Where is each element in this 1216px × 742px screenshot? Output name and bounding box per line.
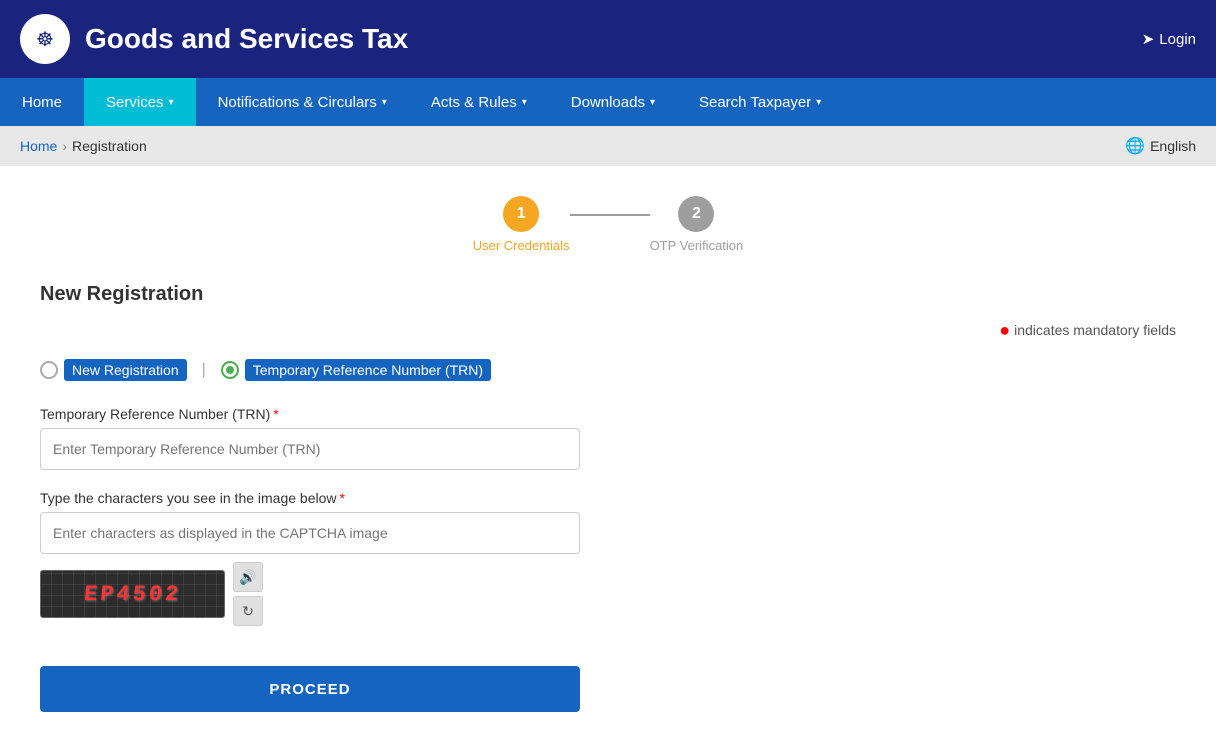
radio-separator: | [202, 361, 206, 379]
captcha-field-group: Type the characters you see in the image… [40, 490, 1176, 626]
captcha-field-label: Type the characters you see in the image… [40, 490, 1176, 506]
breadcrumb-left: Home › Registration [20, 138, 147, 154]
captcha-icons: 🔊 ↻ [233, 562, 263, 626]
captcha-refresh-icon[interactable]: ↻ [233, 596, 263, 626]
proceed-button[interactable]: PROCEED [40, 666, 580, 712]
nav-search-taxpayer[interactable]: Search Taxpayer ▾ [677, 78, 843, 126]
breadcrumb-current: Registration [72, 138, 147, 154]
captcha-container: EP4502 🔊 ↻ [40, 562, 1176, 626]
acts-dropdown-icon: ▾ [522, 97, 527, 108]
trn-required-marker: * [273, 406, 278, 422]
nav-downloads[interactable]: Downloads ▾ [549, 78, 677, 126]
downloads-dropdown-icon: ▾ [650, 97, 655, 108]
captcha-required-marker: * [340, 490, 345, 506]
notifications-dropdown-icon: ▾ [382, 97, 387, 108]
header: ☸ Goods and Services Tax ➤ Login [0, 0, 1216, 78]
navbar: Home Services ▾ Notifications & Circular… [0, 78, 1216, 126]
step-connector [570, 214, 650, 216]
radio-group: New Registration | Temporary Reference N… [40, 359, 1176, 381]
mandatory-dot: ● [999, 321, 1010, 339]
login-button[interactable]: ➤ Login [1142, 30, 1196, 48]
step-2: 2 OTP Verification [650, 196, 744, 253]
step-1-circle: 1 [503, 196, 539, 232]
captcha-image: EP4502 [40, 570, 225, 618]
nav-services[interactable]: Services ▾ [84, 78, 196, 126]
form-title: New Registration [40, 283, 1176, 306]
login-arrow-icon: ➤ [1142, 30, 1155, 48]
mandatory-note: ● indicates mandatory fields [40, 321, 1176, 339]
trn-field-group: Temporary Reference Number (TRN) * [40, 406, 1176, 470]
globe-icon: 🌐 [1125, 136, 1145, 156]
radio-new-reg-btn[interactable] [40, 361, 58, 379]
step-1-label: User Credentials [473, 238, 570, 253]
radio-trn-btn[interactable] [221, 361, 239, 379]
captcha-input[interactable] [40, 512, 580, 554]
nav-acts[interactable]: Acts & Rules ▾ [409, 78, 549, 126]
step-2-label: OTP Verification [650, 238, 744, 253]
captcha-audio-icon[interactable]: 🔊 [233, 562, 263, 592]
site-title: Goods and Services Tax [85, 23, 408, 55]
radio-new-registration[interactable]: New Registration [40, 359, 187, 381]
steps-container: 1 User Credentials 2 OTP Verification [40, 196, 1176, 253]
search-taxpayer-dropdown-icon: ▾ [816, 97, 821, 108]
header-left: ☸ Goods and Services Tax [20, 14, 408, 64]
nav-home[interactable]: Home [0, 78, 84, 126]
captcha-text: EP4502 [83, 582, 182, 607]
step-1: 1 User Credentials [473, 196, 570, 253]
breadcrumb-home-link[interactable]: Home [20, 138, 57, 154]
emblem-icon: ☸ [20, 14, 70, 64]
nav-notifications[interactable]: Notifications & Circulars ▾ [196, 78, 409, 126]
breadcrumb-separator: › [62, 138, 67, 154]
services-dropdown-icon: ▾ [169, 97, 174, 108]
main-content: 1 User Credentials 2 OTP Verification Ne… [0, 166, 1216, 742]
radio-new-reg-label: New Registration [64, 359, 187, 381]
language-selector[interactable]: 🌐 English [1125, 136, 1196, 156]
trn-input[interactable] [40, 428, 580, 470]
trn-field-label: Temporary Reference Number (TRN) * [40, 406, 1176, 422]
radio-trn[interactable]: Temporary Reference Number (TRN) [221, 359, 491, 381]
breadcrumb: Home › Registration 🌐 English [0, 126, 1216, 166]
radio-trn-label: Temporary Reference Number (TRN) [245, 359, 491, 381]
step-2-circle: 2 [678, 196, 714, 232]
